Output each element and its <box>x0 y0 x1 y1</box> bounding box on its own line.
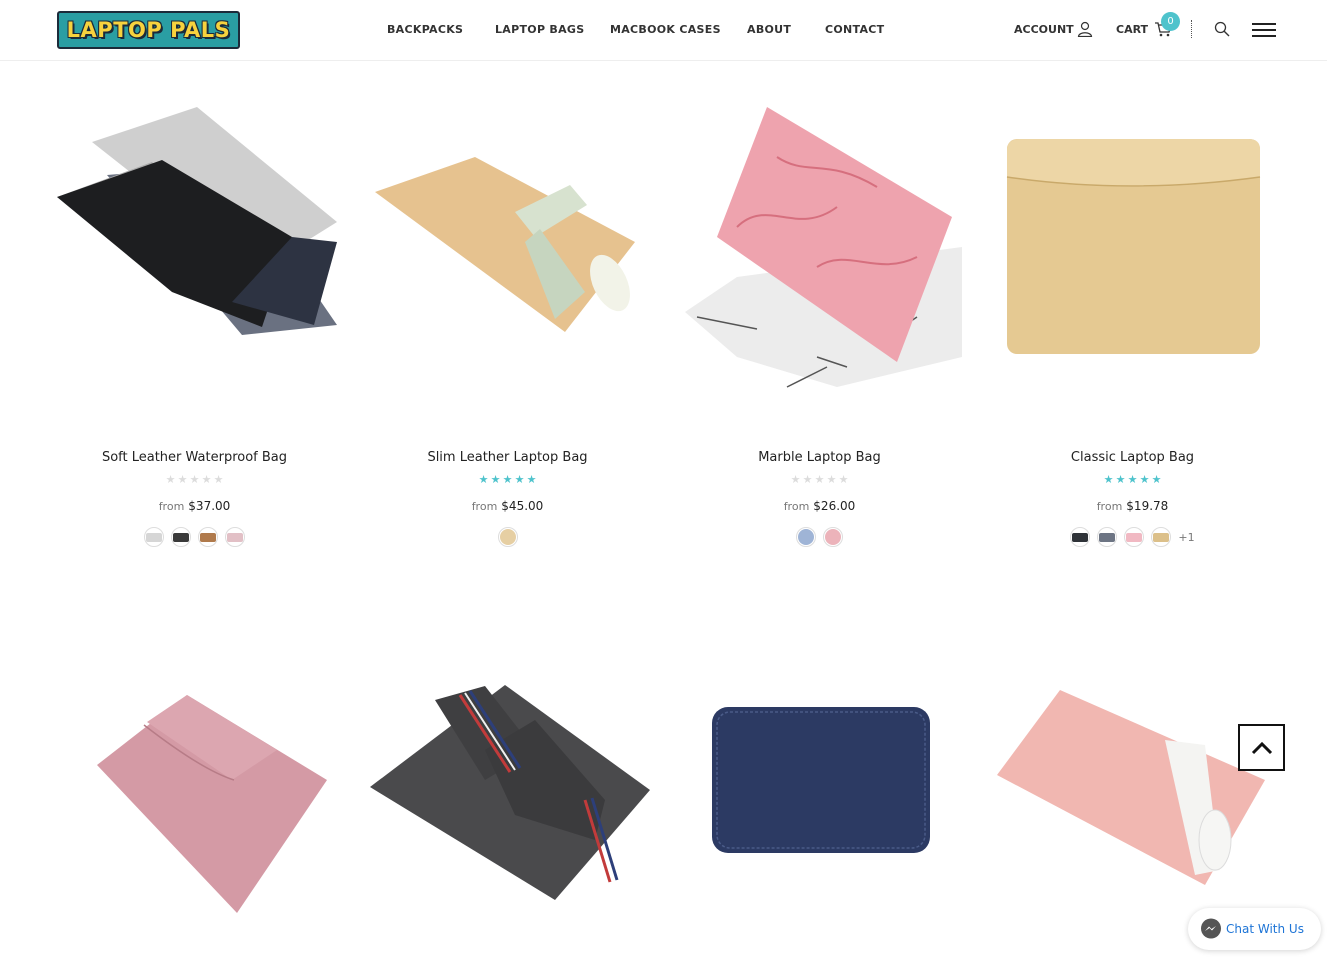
star-icon: ★ <box>1127 473 1138 486</box>
product-image[interactable] <box>677 67 962 407</box>
header-divider <box>1191 20 1192 38</box>
price-prefix: from <box>783 500 810 513</box>
star-icon: ★ <box>213 473 224 486</box>
product-image[interactable] <box>677 600 962 940</box>
site-header: LAPTOP PALS BACKPACKS LAPTOP BAGS MACBOO… <box>0 0 1327 61</box>
star-icon: ★ <box>165 473 176 486</box>
nav-about[interactable]: ABOUT <box>747 23 791 36</box>
cart-count-badge: 0 <box>1161 12 1180 31</box>
color-swatch[interactable] <box>497 527 518 547</box>
price: $26.00 <box>813 499 856 513</box>
star-icon: ★ <box>802 473 813 486</box>
price: $45.00 <box>501 499 544 513</box>
product-card[interactable] <box>677 600 962 970</box>
product-card[interactable] <box>365 600 650 970</box>
product-image[interactable] <box>990 67 1275 407</box>
star-icon: ★ <box>177 473 188 486</box>
logo-text: LAPTOP PALS <box>66 18 231 42</box>
hamburger-menu-icon[interactable] <box>1252 22 1276 38</box>
more-swatches-count[interactable]: +1 <box>1178 531 1194 544</box>
star-icon: ★ <box>526 473 537 486</box>
star-icon: ★ <box>1103 473 1114 486</box>
search-icon[interactable] <box>1214 21 1230 37</box>
cart-link[interactable]: CART <box>1116 23 1148 36</box>
nav-macbook-cases[interactable]: MACBOOK CASES <box>610 23 721 36</box>
back-to-top-button[interactable] <box>1238 724 1285 771</box>
product-image[interactable] <box>990 600 1275 940</box>
price-prefix: from <box>471 500 498 513</box>
color-swatch[interactable] <box>1151 527 1172 547</box>
product-image[interactable] <box>52 67 337 407</box>
star-icon: ★ <box>1115 473 1126 486</box>
price: $19.78 <box>1126 499 1169 513</box>
star-icon: ★ <box>1151 473 1162 486</box>
price: $37.00 <box>188 499 231 513</box>
price-row: from $26.00 <box>677 499 962 513</box>
price-row: from $45.00 <box>365 499 650 513</box>
star-icon: ★ <box>201 473 212 486</box>
rating-stars: ★ ★ ★ ★ ★ <box>365 473 650 486</box>
product-card[interactable]: Marble Laptop Bag ★ ★ ★ ★ ★ from $26.00 <box>677 67 962 567</box>
product-title[interactable]: Marble Laptop Bag <box>677 450 962 465</box>
user-icon[interactable] <box>1077 21 1093 37</box>
product-image[interactable] <box>52 600 337 940</box>
product-title[interactable]: Slim Leather Laptop Bag <box>365 450 650 465</box>
rating-stars: ★ ★ ★ ★ ★ <box>990 473 1275 486</box>
nav-contact[interactable]: CONTACT <box>825 23 884 36</box>
account-link[interactable]: ACCOUNT <box>1014 23 1074 36</box>
color-swatches <box>365 527 650 547</box>
star-icon: ★ <box>1139 473 1150 486</box>
color-swatch[interactable] <box>1070 527 1091 547</box>
color-swatch[interactable] <box>144 527 164 547</box>
color-swatches <box>677 527 962 547</box>
rating-stars: ★ ★ ★ ★ ★ <box>677 473 962 486</box>
price-row: from $37.00 <box>52 499 337 513</box>
product-image[interactable] <box>365 600 650 940</box>
price-row: from $19.78 <box>990 499 1275 513</box>
chevron-up-icon <box>1251 741 1272 754</box>
color-swatch[interactable] <box>225 527 245 547</box>
rating-stars: ★ ★ ★ ★ ★ <box>52 473 337 486</box>
star-icon: ★ <box>826 473 837 486</box>
price-prefix: from <box>158 500 185 513</box>
star-icon: ★ <box>189 473 200 486</box>
nav-laptop-bags[interactable]: LAPTOP BAGS <box>495 23 584 36</box>
color-swatch[interactable] <box>1124 527 1145 547</box>
color-swatch[interactable] <box>171 527 191 547</box>
product-image[interactable] <box>365 67 650 407</box>
product-card[interactable]: Classic Laptop Bag ★ ★ ★ ★ ★ from $19.78 +1 <box>990 67 1275 567</box>
star-icon: ★ <box>514 473 525 486</box>
star-icon: ★ <box>790 473 801 486</box>
price-prefix: from <box>1096 500 1123 513</box>
product-card[interactable]: Soft Leather Waterproof Bag ★ ★ ★ ★ ★ from $3… <box>52 67 337 567</box>
product-card[interactable] <box>52 600 337 970</box>
color-swatches: +1 <box>990 527 1275 547</box>
color-swatch[interactable] <box>796 527 816 547</box>
nav-backpacks[interactable]: BACKPACKS <box>387 23 463 36</box>
star-icon: ★ <box>838 473 849 486</box>
star-icon: ★ <box>502 473 513 486</box>
color-swatch[interactable] <box>1097 527 1118 547</box>
chat-label: Chat With Us <box>1226 922 1304 936</box>
messenger-icon <box>1201 918 1221 939</box>
color-swatch[interactable] <box>823 527 843 547</box>
star-icon: ★ <box>490 473 501 486</box>
color-swatch[interactable] <box>198 527 218 547</box>
product-title[interactable]: Soft Leather Waterproof Bag <box>52 450 337 465</box>
color-swatches <box>52 527 337 547</box>
site-logo[interactable]: LAPTOP PALS <box>57 11 240 49</box>
product-title[interactable]: Classic Laptop Bag <box>990 450 1275 465</box>
chat-widget-button[interactable]: Chat With Us <box>1188 908 1321 950</box>
star-icon: ★ <box>814 473 825 486</box>
star-icon: ★ <box>478 473 489 486</box>
product-card[interactable]: Slim Leather Laptop Bag ★ ★ ★ ★ ★ from $45.00 <box>365 67 650 567</box>
